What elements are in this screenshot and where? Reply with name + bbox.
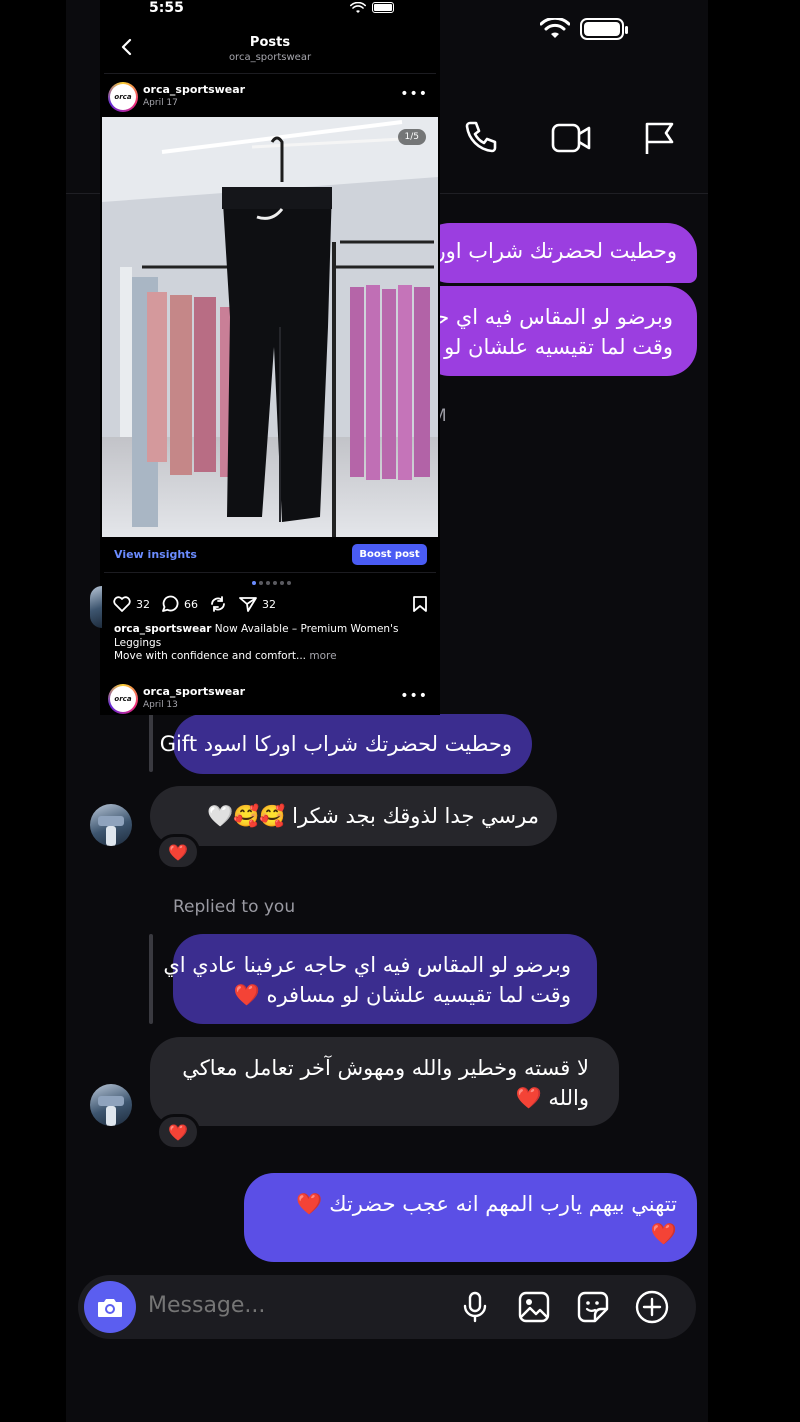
post-date: April 13 [143,700,178,710]
sent-message-gift[interactable]: وحطيت لحضرتك شراب اوركا اسود Gift [420,223,697,283]
contact-avatar[interactable] [90,1084,132,1126]
status-time: 5:55 [149,0,184,16]
battery-icon [580,18,628,40]
battery-icon [372,2,394,13]
message-text: مرسي جدا لذوقك بجد شكرا 🥰🥰🤍 [207,804,539,828]
caption-more-link[interactable]: more [306,650,336,662]
comments-count: 66 [184,597,198,611]
quoted-message-size[interactable]: وبرضو لو المقاس فيه اي حاجه عرفينا عادي … [163,934,597,1024]
image-counter: 1/5 [397,129,426,145]
message-text: وحطيت لحضرتك شراب اوركا اسود Gift [420,239,677,263]
reply-indicator-bar [149,712,153,772]
post-username[interactable]: orca_sportswear [143,83,245,96]
microphone-icon[interactable] [458,1290,492,1324]
message-text-line2: وقت لما تقيسيه علشان لو مسافره [420,335,673,359]
message-text-line1: تتهني بيهم يارب المهم انه عجب حضرتك ❤️ [296,1192,677,1216]
reply-indicator-bar [149,934,153,1024]
post-header: orca orca_sportswear April 13 ••• [100,680,440,720]
more-options-icon[interactable]: ••• [400,688,428,704]
chat-header-actions [460,118,676,158]
camera-icon [98,1299,122,1317]
post-nav-bar: Posts orca_sportswear [100,34,440,70]
share-icon[interactable] [238,595,258,613]
post-overlay: 5:55 Posts orca_sportswear orca orca_spo… [100,0,440,715]
flag-icon[interactable] [642,118,676,158]
video-call-icon[interactable] [550,118,592,158]
posts-title: Posts [249,35,291,50]
post-image[interactable]: 1/5 [102,117,438,537]
view-insights-link[interactable]: View insights [114,548,197,561]
message-text-line1: وبرضو لو المقاس فيه اي حاجه عرفينا عادي … [420,305,673,329]
sent-message-last[interactable]: تتهني بيهم يارب المهم انه عجب حضرتك ❤️ ❤… [244,1173,697,1262]
heart-reaction-icon: ❤️ [168,842,188,862]
post-date: April 17 [143,98,178,108]
boost-post-button[interactable]: Boost post [352,544,427,565]
message-text-line2: ❤️ [650,1222,677,1246]
heart-icon[interactable] [112,595,132,613]
phone-icon[interactable] [460,118,500,158]
message-text-line2: والله ❤️ [515,1086,589,1110]
reaction-heart[interactable]: ❤️ [156,834,200,870]
add-icon[interactable] [635,1290,669,1324]
repost-icon[interactable] [208,595,228,613]
composer-actions [458,1290,669,1324]
contact-avatar[interactable] [90,804,132,846]
wifi-icon [350,2,366,13]
posts-subtitle: orca_sportswear [228,52,312,63]
replied-label: Replied to you [173,897,296,917]
shares-count: 32 [262,597,276,611]
product-photo-leggings [102,117,438,537]
likes-count: 32 [136,597,150,611]
sent-message-size[interactable]: وبرضو لو المقاس فيه اي حاجه عرفينا عادي … [420,286,697,376]
received-message-tried[interactable]: لا قسته وخطير والله ومهوش آخر تعامل معاك… [150,1037,619,1126]
message-text-line2: وقت لما تقيسيه علشان لو مسافره ❤️ [233,983,571,1007]
message-text: وحطيت لحضرتك شراب اوركا اسود Gift [159,732,512,756]
wifi-icon [540,18,570,38]
received-message-thanks[interactable]: مرسي جدا لذوقك بجد شكرا 🥰🥰🤍 [150,786,557,846]
contact-avatar[interactable] [90,586,102,628]
reaction-heart[interactable]: ❤️ [156,1114,200,1150]
post-username[interactable]: orca_sportswear [143,685,245,698]
more-options-icon[interactable]: ••• [400,86,428,102]
camera-button[interactable] [84,1281,136,1333]
quoted-message-gift[interactable]: وحطيت لحضرتك شراب اوركا اسود Gift [160,714,532,774]
account-logo[interactable]: orca [108,684,138,714]
sticker-icon[interactable] [576,1290,610,1324]
message-input[interactable] [148,1293,428,1318]
comment-icon[interactable] [160,595,180,613]
bookmark-icon[interactable] [412,595,428,613]
caption-username[interactable]: orca_sportswear [114,623,211,635]
post-header: orca orca_sportswear April 17 ••• [100,78,440,118]
message-composer [78,1275,696,1339]
account-logo[interactable]: orca [108,82,138,112]
gallery-icon[interactable] [517,1290,551,1324]
message-text-line1: وبرضو لو المقاس فيه اي حاجه عرفينا عادي … [163,953,571,977]
heart-reaction-icon: ❤️ [168,1122,188,1142]
caption-line2: Move with confidence and comfort... [114,650,307,662]
message-text-line1: لا قسته وخطير والله ومهوش آخر تعامل معاك… [182,1056,589,1080]
post-actions: 32 66 32 [112,595,286,613]
carousel-indicator [252,581,291,585]
post-caption: orca_sportswear Now Available – Premium … [114,623,414,664]
status-icons [350,2,394,14]
chat-status-icons [540,18,628,40]
